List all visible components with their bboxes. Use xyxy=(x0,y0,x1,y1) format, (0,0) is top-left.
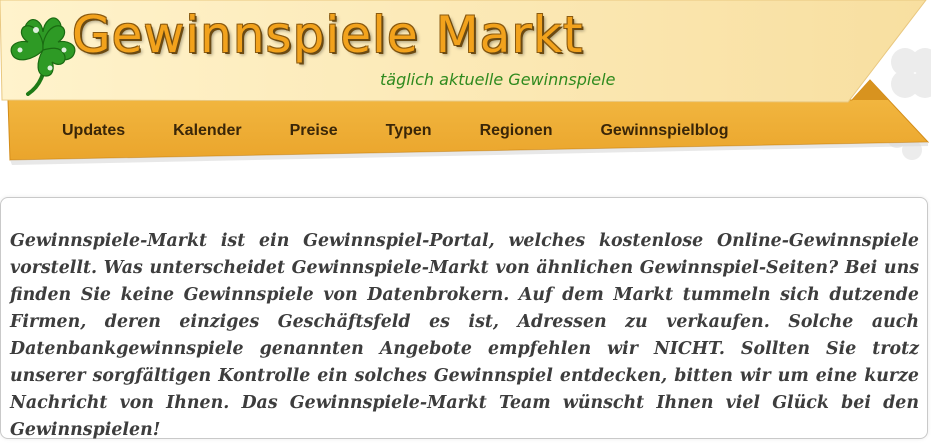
four-leaf-clover-logo-icon[interactable] xyxy=(6,10,80,96)
main-nav: Updates Kalender Preise Typen Regionen G… xyxy=(38,118,752,144)
nav-item-preise[interactable]: Preise xyxy=(266,118,362,144)
nav-item-gewinnspielblog[interactable]: Gewinnspielblog xyxy=(576,118,752,144)
nav-item-kalender[interactable]: Kalender xyxy=(149,118,265,144)
site-title[interactable]: Gewinnspiele Markt xyxy=(72,6,584,64)
nav-item-regionen[interactable]: Regionen xyxy=(456,118,577,144)
nav-item-typen[interactable]: Typen xyxy=(362,118,456,144)
site-tagline: täglich aktuelle Gewinnspiele xyxy=(380,70,616,89)
intro-paragraph: Gewinnspiele-Markt ist ein Gewinnspiel-P… xyxy=(10,231,919,440)
nav-item-updates[interactable]: Updates xyxy=(38,118,149,144)
site-header: Gewinnspiele Markt täglich aktuelle Gewi… xyxy=(0,0,931,175)
